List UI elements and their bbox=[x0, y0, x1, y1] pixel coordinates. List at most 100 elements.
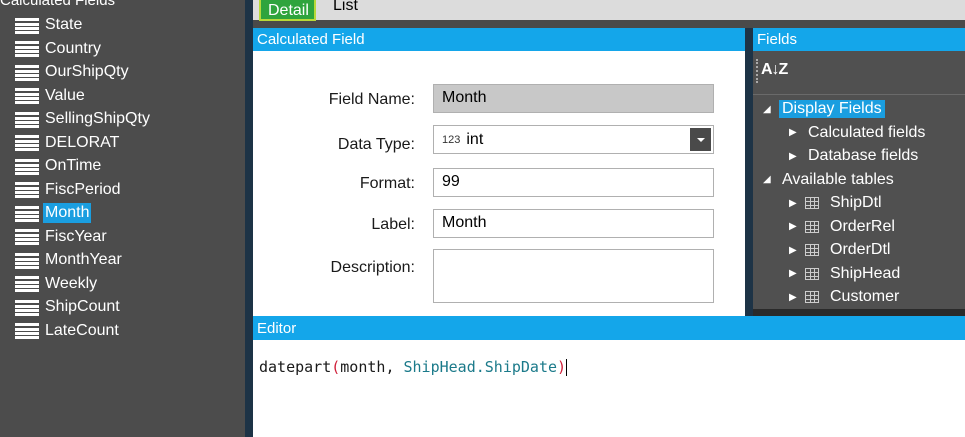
field-name-label: Field Name: bbox=[328, 91, 415, 108]
format-input[interactable]: 99 bbox=[433, 168, 714, 197]
description-input[interactable] bbox=[433, 249, 714, 303]
expand-arrow-icon[interactable]: ▶ bbox=[789, 221, 805, 232]
field-list-item[interactable]: ShipCount bbox=[15, 296, 122, 318]
field-list-label: FiscPeriod bbox=[45, 180, 121, 198]
field-list-label: FiscYear bbox=[45, 227, 107, 245]
field-list-item[interactable]: LateCount bbox=[15, 320, 121, 342]
tree-node-label: Customer bbox=[830, 288, 900, 305]
expand-arrow-icon[interactable]: ▶ bbox=[789, 245, 805, 256]
code-field-reference: ShipHead.ShipDate bbox=[403, 358, 558, 376]
description-label: Description: bbox=[330, 259, 415, 276]
field-list-item[interactable]: Weekly bbox=[15, 273, 99, 295]
collapse-arrow-icon[interactable]: ◢ bbox=[763, 104, 779, 115]
expand-arrow-icon[interactable]: ▶ bbox=[789, 127, 805, 138]
int-type-icon: 123 bbox=[442, 133, 461, 146]
data-type-select[interactable]: 123 int bbox=[433, 125, 714, 154]
field-list-item[interactable]: FiscYear bbox=[15, 226, 109, 248]
field-list-label: ShipCount bbox=[45, 298, 120, 315]
field-name-input[interactable]: Month bbox=[433, 84, 714, 113]
table-icon bbox=[805, 197, 819, 209]
tree-node[interactable]: ▶ OrderRel bbox=[789, 216, 898, 238]
calculated-field-icon bbox=[15, 17, 39, 34]
field-list-label: Weekly bbox=[45, 274, 98, 292]
field-list-item[interactable]: Value bbox=[15, 85, 87, 107]
calculated-field-icon bbox=[15, 322, 39, 339]
panel-splitter[interactable] bbox=[745, 28, 753, 316]
sort-alphabetical-icon[interactable]: A↓Z bbox=[761, 61, 788, 79]
field-list-label: LateCount bbox=[45, 321, 119, 339]
code-open-paren: ( bbox=[331, 358, 341, 376]
code-comma: , bbox=[385, 358, 404, 376]
calculated-fields-panel: Calculated Fields State Country OurShipQty… bbox=[0, 0, 245, 437]
tree-node[interactable]: ▶ ShipHead bbox=[789, 263, 903, 285]
table-icon bbox=[805, 244, 819, 256]
calculated-field-icon bbox=[15, 181, 39, 198]
calculated-field-icon bbox=[15, 111, 39, 128]
calculated-field-icon bbox=[15, 205, 39, 222]
tree-node-label: OrderDtl bbox=[830, 241, 891, 258]
format-label: Format: bbox=[359, 175, 415, 192]
tab-bar bbox=[253, 0, 965, 20]
tree-node-label: Calculated fields bbox=[808, 123, 926, 141]
field-list-item[interactable]: FiscPeriod bbox=[15, 179, 123, 201]
calculated-field-header: Calculated Field bbox=[253, 28, 745, 51]
field-list-item[interactable]: SellingShipQty bbox=[15, 108, 152, 130]
tree-node[interactable]: ▶ Database fields bbox=[789, 145, 921, 167]
calculated-field-icon bbox=[15, 275, 39, 292]
field-list-item[interactable]: Month bbox=[15, 202, 92, 224]
field-list-item[interactable]: DELORAT bbox=[15, 132, 121, 154]
field-list-label: MonthYear bbox=[45, 251, 122, 268]
code-function: datepart bbox=[259, 358, 332, 376]
code-argument: month bbox=[340, 358, 386, 376]
collapse-arrow-icon[interactable]: ◢ bbox=[763, 174, 779, 185]
expand-arrow-icon[interactable]: ▶ bbox=[789, 198, 805, 209]
tree-node[interactable]: ▶ Calculated fields bbox=[789, 122, 928, 144]
toolbar-grip-icon bbox=[756, 59, 758, 83]
calculated-field-icon bbox=[15, 228, 39, 245]
field-list-label: OnTime bbox=[45, 157, 102, 174]
data-type-label: Data Type: bbox=[337, 136, 415, 153]
expand-arrow-icon[interactable]: ▶ bbox=[789, 268, 805, 279]
tree-node[interactable]: ▶ ShipDtl bbox=[789, 192, 885, 214]
fields-header: Fields bbox=[753, 28, 965, 51]
dropdown-arrow-icon[interactable] bbox=[690, 128, 711, 151]
tree-node[interactable]: ◢ Available tables bbox=[763, 169, 897, 191]
calculated-fields-header: Calculated Fields bbox=[0, 0, 116, 9]
field-list-item[interactable]: MonthYear bbox=[15, 249, 124, 271]
field-list-item[interactable]: OnTime bbox=[15, 155, 103, 177]
expand-arrow-icon[interactable]: ▶ bbox=[789, 151, 805, 162]
tree-node-label: Available tables bbox=[782, 170, 894, 188]
panel-splitter[interactable] bbox=[245, 0, 253, 437]
fields-tree-panel: A↓Z ◢ Display Fields ▶ Calculated fields ▶ Da… bbox=[753, 51, 965, 309]
expression-editor[interactable]: datepart(month, ShipHead.ShipDate) bbox=[253, 340, 965, 437]
field-list-label: Country bbox=[45, 39, 102, 57]
tab-list[interactable]: List bbox=[333, 0, 358, 16]
label-input[interactable]: Month bbox=[433, 209, 714, 238]
fields-scrollbar[interactable] bbox=[753, 309, 965, 316]
tree-node-label: Database fields bbox=[808, 147, 919, 164]
tree-node[interactable]: ▶ OrderDtl bbox=[789, 239, 893, 261]
table-icon bbox=[805, 220, 819, 233]
expression-code[interactable]: datepart(month, ShipHead.ShipDate) bbox=[259, 358, 568, 376]
fields-toolbar: A↓Z bbox=[753, 51, 965, 95]
tab-detail[interactable]: Detail bbox=[259, 0, 316, 21]
field-list-item[interactable]: Country bbox=[15, 38, 103, 60]
table-icon bbox=[805, 267, 819, 280]
tree-node-label: Display Fields bbox=[779, 100, 885, 118]
calculated-field-icon bbox=[15, 299, 39, 316]
tree-node[interactable]: ▶ Customer bbox=[789, 286, 902, 308]
field-list-label: Value bbox=[45, 86, 85, 104]
calculated-field-icon bbox=[15, 158, 39, 175]
field-list-item[interactable]: State bbox=[15, 14, 84, 36]
expand-arrow-icon[interactable]: ▶ bbox=[789, 292, 805, 303]
calculated-field-icon bbox=[15, 134, 39, 151]
field-list-label: OurShipQty bbox=[45, 63, 129, 80]
code-close-paren: ) bbox=[557, 358, 567, 376]
field-list-item[interactable]: OurShipQty bbox=[15, 61, 131, 83]
tree-node[interactable]: ◢ Display Fields bbox=[763, 98, 885, 120]
field-list-label: State bbox=[45, 16, 83, 33]
calculated-field-icon bbox=[15, 64, 39, 81]
calculated-field-icon bbox=[15, 40, 39, 57]
calculated-field-icon bbox=[15, 252, 39, 269]
data-type-value: int bbox=[466, 130, 484, 148]
